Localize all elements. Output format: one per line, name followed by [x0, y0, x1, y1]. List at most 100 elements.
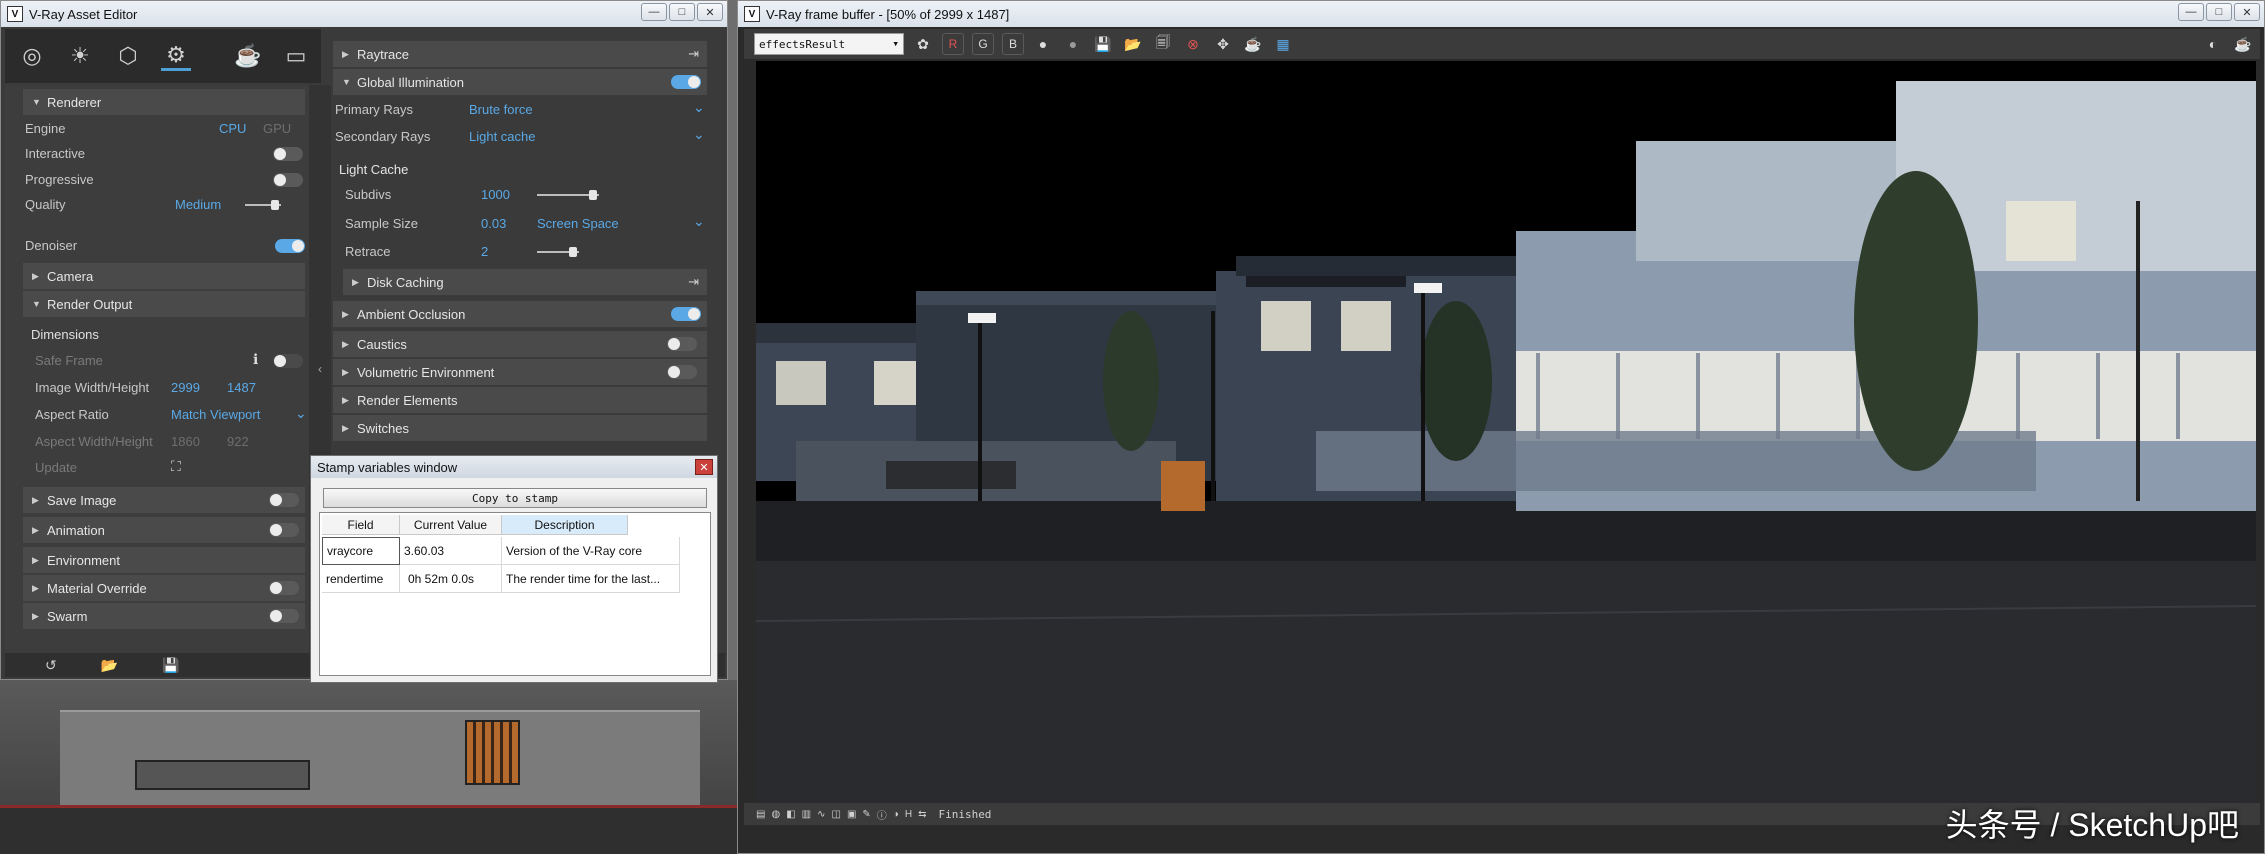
save-image-icon[interactable]: 💾 — [1092, 33, 1114, 55]
table-cell-value[interactable]: 0h 52m 0.0s — [400, 565, 502, 593]
sample-space-value[interactable]: Screen Space — [537, 216, 619, 231]
lights-icon[interactable]: ☀ — [65, 41, 95, 71]
render-viewport[interactable] — [756, 61, 2256, 803]
open-folder-icon[interactable]: 📂 — [101, 657, 118, 674]
chevron-left-icon[interactable]: ‹ — [318, 362, 322, 376]
subdivs-slider[interactable] — [537, 190, 599, 200]
section-material-override[interactable]: ▶ Material Override — [23, 575, 305, 601]
table-cell-field[interactable]: rendertime — [322, 565, 400, 593]
column-header-current-value[interactable]: Current Value — [400, 515, 502, 535]
history-icon[interactable]: ▦ — [1272, 33, 1294, 55]
close-icon[interactable]: ✕ — [695, 459, 713, 475]
animation-toggle[interactable] — [269, 523, 299, 537]
column-header-field[interactable]: Field — [322, 515, 400, 535]
geometry-icon[interactable]: ⬡ — [113, 41, 143, 71]
section-caustics[interactable]: ▶ Caustics — [333, 331, 707, 357]
section-animation[interactable]: ▶ Animation — [23, 517, 305, 543]
asset-editor-titlebar[interactable]: V V-Ray Asset Editor — □ ✕ — [1, 1, 727, 27]
teapot-small-icon[interactable]: ☕ — [2232, 33, 2254, 55]
column-header-description[interactable]: Description — [502, 515, 628, 535]
table-cell-value[interactable]: 3.60.03 — [400, 537, 502, 565]
alpha-grey-icon[interactable]: ● — [1062, 33, 1084, 55]
curves-icon[interactable]: ∿ — [817, 809, 825, 820]
section-volumetric-environment[interactable]: ▶ Volumetric Environment — [333, 359, 707, 385]
maximize-button[interactable]: □ — [669, 3, 695, 21]
image-height-value[interactable]: 1487 — [227, 380, 256, 395]
interactive-toggle[interactable] — [273, 147, 303, 161]
caustics-toggle[interactable] — [667, 337, 697, 351]
gi-toggle[interactable] — [671, 75, 701, 89]
compare-icon[interactable]: ◑ — [893, 809, 899, 820]
advanced-arrow-icon[interactable]: ⇥ — [688, 46, 699, 62]
load-image-icon[interactable]: 📂 — [1122, 33, 1144, 55]
levels-icon[interactable]: ▥ — [802, 809, 811, 820]
render-teapot-icon[interactable]: ☕ — [233, 41, 263, 71]
slider-knob[interactable] — [271, 200, 279, 210]
retrace-slider[interactable] — [537, 247, 579, 257]
section-camera[interactable]: ▶ Camera — [23, 263, 305, 289]
red-channel-button[interactable]: R — [942, 33, 964, 55]
lut-icon[interactable]: ▣ — [847, 809, 856, 820]
chevron-down-icon[interactable]: ⌄ — [693, 99, 705, 116]
maximize-button[interactable]: □ — [2206, 3, 2232, 21]
settings-icon[interactable]: ⚙ — [161, 41, 191, 71]
section-ambient-occlusion[interactable]: ▶ Ambient Occlusion — [333, 301, 707, 327]
swarm-toggle[interactable] — [269, 609, 299, 623]
stop-render-icon[interactable]: ⊗ — [1182, 33, 1204, 55]
stamp-icon[interactable]: ✎ — [862, 809, 870, 820]
frame-buffer-icon[interactable]: ▭ — [281, 41, 311, 71]
white-balance-icon[interactable]: ◫ — [831, 809, 840, 820]
progressive-toggle[interactable] — [273, 173, 303, 187]
info-icon[interactable]: ℹ — [253, 351, 258, 368]
green-channel-button[interactable]: G — [972, 33, 994, 55]
section-environment[interactable]: ▶ Environment — [23, 547, 305, 573]
region-render-icon[interactable]: ✥ — [1212, 33, 1234, 55]
histogram-icon[interactable]: H — [905, 809, 912, 820]
render-teapot-icon[interactable]: ☕ — [1242, 33, 1264, 55]
alpha-white-icon[interactable]: ● — [1032, 33, 1054, 55]
engine-cpu-option[interactable]: CPU — [219, 121, 246, 136]
chevron-down-icon[interactable]: ⌄ — [693, 213, 705, 230]
minimize-button[interactable]: — — [641, 3, 667, 21]
frame-buffer-titlebar[interactable]: V V-Ray frame buffer - [50% of 2999 x 14… — [738, 1, 2264, 27]
blue-channel-button[interactable]: B — [1002, 33, 1024, 55]
section-disk-caching[interactable]: ▶ Disk Caching ⇥ — [343, 269, 707, 295]
secondary-rays-value[interactable]: Light cache — [469, 129, 536, 144]
section-save-image[interactable]: ▶ Save Image — [23, 487, 305, 513]
section-global-illumination[interactable]: ▼ Global Illumination — [333, 69, 707, 95]
channel-select[interactable]: effectsResult — [754, 33, 904, 55]
update-viewport-icon[interactable]: ⛶ — [171, 458, 181, 475]
save-image-toggle[interactable] — [269, 493, 299, 507]
save-icon[interactable]: 💾 — [162, 657, 179, 674]
undo-icon[interactable]: ↺ — [45, 657, 57, 674]
section-render-output[interactable]: ▼ Render Output — [23, 291, 305, 317]
sample-size-value[interactable]: 0.03 — [481, 216, 506, 231]
history-toggle-icon[interactable]: ▤ — [756, 809, 765, 820]
quality-slider[interactable] — [245, 200, 281, 210]
stamp-titlebar[interactable]: Stamp variables window ✕ — [311, 456, 717, 478]
denoiser-toggle[interactable] — [275, 239, 305, 253]
chevron-down-icon[interactable]: ⌄ — [295, 405, 307, 422]
ab-compare-icon[interactable]: ⇆ — [918, 809, 926, 820]
safe-frame-toggle[interactable] — [273, 354, 303, 368]
primary-rays-value[interactable]: Brute force — [469, 102, 533, 117]
subdivs-value[interactable]: 1000 — [481, 187, 510, 202]
section-renderer[interactable]: ▼ Renderer — [23, 89, 305, 115]
section-raytrace[interactable]: ▶ Raytrace ⇥ — [333, 41, 707, 67]
slider-knob[interactable] — [569, 247, 577, 257]
chevron-down-icon[interactable]: ⌄ — [693, 126, 705, 143]
retrace-value[interactable]: 2 — [481, 244, 488, 259]
table-cell-field[interactable]: vraycore — [322, 537, 400, 565]
frame-options-icon[interactable]: ◐ — [2202, 33, 2224, 55]
section-render-elements[interactable]: ▶ Render Elements — [333, 387, 707, 413]
close-button[interactable]: ✕ — [697, 3, 723, 21]
volumetric-toggle[interactable] — [667, 365, 697, 379]
copy-to-stamp-button[interactable]: Copy to stamp — [323, 488, 707, 508]
clear-image-icon[interactable]: 🗐 — [1152, 33, 1174, 55]
ambient-occlusion-toggle[interactable] — [671, 307, 701, 321]
close-button[interactable]: ✕ — [2234, 3, 2260, 21]
material-override-toggle[interactable] — [269, 581, 299, 595]
section-switches[interactable]: ▶ Switches — [333, 415, 707, 441]
engine-gpu-option[interactable]: GPU — [263, 121, 291, 136]
advanced-arrow-icon[interactable]: ⇥ — [688, 274, 699, 290]
